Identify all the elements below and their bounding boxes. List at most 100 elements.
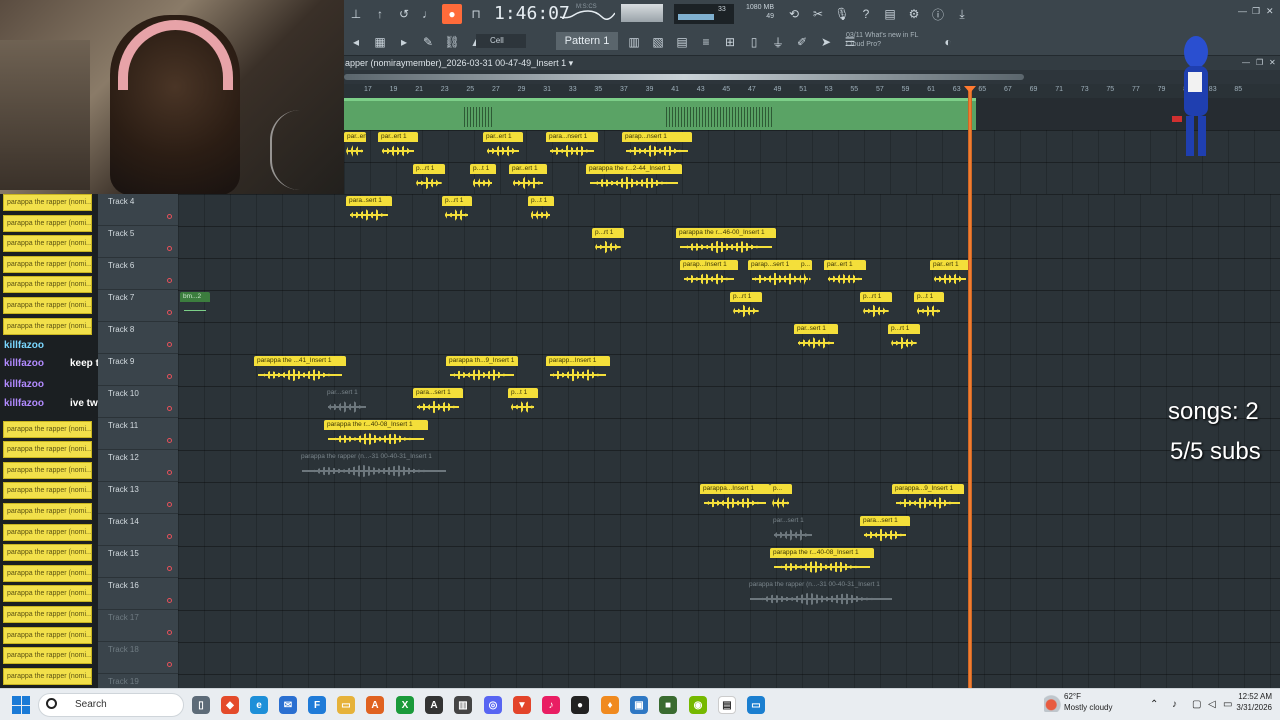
restore-icon[interactable]: ❐ bbox=[1252, 6, 1260, 17]
audio-clip[interactable]: parappa the r...2-44_Insert 1 bbox=[586, 164, 682, 192]
pin-icon[interactable]: ⊥ bbox=[346, 4, 366, 24]
audio-clip[interactable]: par..ert 1 bbox=[509, 164, 547, 192]
track-mute-dot[interactable] bbox=[167, 214, 172, 219]
audio-clip[interactable]: para..sert 1 bbox=[346, 196, 392, 224]
chevron-up-icon[interactable]: ⌃ bbox=[1150, 699, 1158, 710]
audio-clip-top[interactable] bbox=[344, 98, 976, 130]
track-mute-dot[interactable] bbox=[167, 310, 172, 315]
cut-icon[interactable]: ✂ bbox=[808, 4, 828, 24]
playhead[interactable] bbox=[968, 86, 972, 688]
snap-select[interactable]: Cell bbox=[476, 34, 526, 48]
audio-clip[interactable]: p...rt 1 bbox=[730, 292, 762, 320]
mixer-icon[interactable]: ▥ bbox=[624, 32, 644, 52]
browser-icon[interactable]: ⊞ bbox=[720, 32, 740, 52]
song-time[interactable]: 1:46:07 bbox=[494, 3, 570, 24]
download-icon[interactable]: ⤓ bbox=[952, 4, 972, 24]
weather-widget[interactable]: 62°F Mostly cloudy bbox=[1064, 691, 1112, 713]
store-icon[interactable]: F bbox=[308, 696, 326, 714]
track-header[interactable]: Track 6 bbox=[98, 258, 178, 290]
audio-clip[interactable]: par..ert 1 bbox=[930, 260, 970, 288]
horizontal-scroll[interactable] bbox=[344, 70, 1280, 84]
audio-clip[interactable]: par..sert 1 bbox=[794, 324, 838, 352]
folder-icon[interactable]: ▭ bbox=[337, 696, 355, 714]
audio-clip[interactable]: parap...Insert 1 bbox=[680, 260, 738, 288]
track-mute-dot[interactable] bbox=[167, 406, 172, 411]
clock[interactable]: 12:52 AM 3/31/2026 bbox=[1232, 691, 1272, 713]
audio-clip[interactable]: bm...2 bbox=[180, 292, 210, 320]
wait-record-icon[interactable]: ● bbox=[442, 4, 462, 24]
discord-icon[interactable]: ◎ bbox=[484, 696, 502, 714]
audio-clip[interactable]: parappa the r...40-08_Insert 1 bbox=[324, 420, 428, 448]
track-header[interactable]: Track 8 bbox=[98, 322, 178, 354]
track-header[interactable]: Track 16 bbox=[98, 578, 178, 610]
volume-icon[interactable]: ◁ bbox=[1208, 699, 1216, 710]
play-arrow-icon[interactable]: ▸ bbox=[394, 32, 414, 52]
audio-clip[interactable]: parappa the rapper (n...-31 00-40-31_Ins… bbox=[298, 452, 450, 480]
track-header[interactable]: Track 5 bbox=[98, 226, 178, 258]
playlist-restore-icon[interactable]: ❐ bbox=[1256, 56, 1263, 70]
nvidia-icon[interactable]: ◉ bbox=[689, 696, 707, 714]
track-mute-dot[interactable] bbox=[167, 534, 172, 539]
pencil-icon[interactable]: ✎ bbox=[418, 32, 438, 52]
track-mute-dot[interactable] bbox=[167, 246, 172, 251]
audio-clip[interactable]: p... bbox=[798, 260, 812, 288]
audio-clip[interactable]: p...t 1 bbox=[914, 292, 944, 320]
audio-app-icon[interactable]: ▥ bbox=[454, 696, 472, 714]
network-icon[interactable]: ▢ bbox=[1192, 699, 1201, 710]
info-icon[interactable]: ⓘ bbox=[928, 4, 948, 24]
audio-clip[interactable]: p...t 1 bbox=[508, 388, 538, 416]
audio-clip[interactable]: p...t 1 bbox=[470, 164, 496, 192]
track-mute-dot[interactable] bbox=[167, 502, 172, 507]
audio-clip[interactable]: parappa...9_Insert 1 bbox=[892, 484, 964, 512]
playlist-icon[interactable]: ≡ bbox=[696, 32, 716, 52]
timeline-ruler[interactable]: 17 19 21 23 25 27 29 31 33 35 37 39 41 43 45 47 49 51 53 55… bbox=[344, 84, 1280, 98]
audio-clip[interactable]: parapp...Insert 1 bbox=[546, 356, 610, 384]
menu-arrow-icon[interactable]: ◂ bbox=[346, 32, 366, 52]
audio-clip[interactable]: par..ert 1 bbox=[378, 132, 418, 160]
track-mute-dot[interactable] bbox=[167, 374, 172, 379]
audio-clip[interactable]: para...nsert 1 bbox=[546, 132, 598, 160]
taskbar-search[interactable]: Search bbox=[38, 693, 184, 717]
channel-rack-icon[interactable]: ▧ bbox=[648, 32, 668, 52]
audio-clip[interactable]: par..ert 1 bbox=[824, 260, 866, 288]
scroll-thumb[interactable] bbox=[344, 74, 1024, 80]
close-icon[interactable]: ✕ bbox=[1266, 6, 1274, 17]
audio-clip[interactable]: parappa the r...46-00_Insert 1 bbox=[676, 228, 776, 256]
track-header[interactable]: Track 4 bbox=[98, 194, 178, 226]
file-explorer-icon[interactable]: ▯ bbox=[192, 696, 210, 714]
minimize-icon[interactable]: — bbox=[1238, 6, 1247, 16]
undo-icon[interactable]: ⟲ bbox=[784, 4, 804, 24]
keyboard-icon[interactable]: ▦ bbox=[370, 32, 390, 52]
track-header[interactable]: Track 14 bbox=[98, 514, 178, 546]
pitch-icon[interactable]: ↑ bbox=[370, 4, 390, 24]
audio-clip[interactable]: parappa th...9_Insert 1 bbox=[446, 356, 518, 384]
plugin-icon[interactable]: ⚙ bbox=[904, 4, 924, 24]
notepad-icon[interactable]: ▤ bbox=[718, 696, 736, 714]
metronome-icon[interactable]: ♩ bbox=[418, 4, 438, 24]
photos-icon[interactable]: ▣ bbox=[630, 696, 648, 714]
audio-clip[interactable]: parappa the r...40-08_Insert 1 bbox=[770, 548, 874, 576]
audio-clip[interactable]: p...rt 1 bbox=[442, 196, 472, 224]
audio-clip[interactable]: parappa...Insert 1 bbox=[700, 484, 770, 512]
edge-icon[interactable]: e bbox=[250, 696, 268, 714]
file-icon[interactable]: ▯ bbox=[744, 32, 764, 52]
xbox-icon[interactable]: X bbox=[396, 696, 414, 714]
ableton-icon[interactable]: A bbox=[425, 696, 443, 714]
account-icon[interactable]: ◐ bbox=[938, 32, 958, 52]
audio-clip[interactable]: p...rt 1 bbox=[888, 324, 920, 352]
master-volume[interactable] bbox=[621, 4, 663, 22]
track-header[interactable]: Track 15 bbox=[98, 546, 178, 578]
track-header[interactable]: Track 18 bbox=[98, 642, 178, 674]
track-mute-dot[interactable] bbox=[167, 662, 172, 667]
brave-icon[interactable]: ▼ bbox=[513, 696, 531, 714]
app-icon[interactable]: ◆ bbox=[221, 696, 239, 714]
audio-clip[interactable]: para...sert 1 bbox=[860, 516, 910, 544]
audio-clip[interactable]: par...sert 1 bbox=[770, 516, 816, 544]
pointer-icon[interactable]: ➤ bbox=[816, 32, 836, 52]
track-header[interactable]: Track 17 bbox=[98, 610, 178, 642]
track-header[interactable]: Track 7 bbox=[98, 290, 178, 322]
audio-clip[interactable]: par..ert 1 bbox=[344, 132, 366, 160]
mail-icon[interactable]: ✉ bbox=[279, 696, 297, 714]
obs-icon[interactable]: ● bbox=[571, 696, 589, 714]
track-header[interactable]: Track 10 bbox=[98, 386, 178, 418]
